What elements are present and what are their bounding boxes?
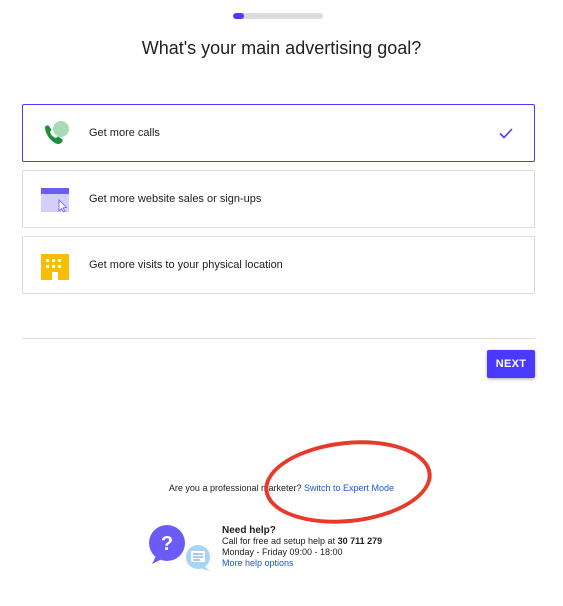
phone-call-icon [45, 121, 69, 144]
help-call-text: Call for free ad setup help at [222, 536, 336, 546]
more-help-options-link[interactable]: More help options [222, 558, 294, 568]
help-hours: Monday - Friday 09:00 - 18:00 [222, 547, 343, 557]
help-heading: Need help? [222, 525, 276, 536]
svg-text:?: ? [161, 533, 173, 555]
help-call-line: Call for free ad setup help at 30 711 27… [222, 536, 382, 547]
option-get-more-visits[interactable]: Get more visits to your physical locatio… [22, 236, 535, 294]
red-annotation-circle [260, 432, 436, 532]
page-title: What's your main advertising goal? [141, 38, 422, 58]
divider [22, 338, 535, 339]
building-icon [41, 254, 69, 280]
checkmark-icon [499, 128, 513, 139]
option-get-more-website-sales[interactable]: Get more website sales or sign-ups [22, 170, 535, 228]
help-panel: Need help? Call for free ad setup help a… [222, 525, 382, 569]
option-label: Get more visits to your physical locatio… [89, 259, 283, 271]
option-label: Get more website sales or sign-ups [89, 193, 262, 205]
next-button[interactable]: NEXT [487, 350, 535, 378]
help-chat-icon: ? [149, 525, 210, 571]
option-label: Get more calls [89, 127, 160, 139]
progress-bar [233, 13, 323, 19]
option-get-more-calls[interactable]: Get more calls [22, 104, 535, 162]
help-phone-number: 30 711 279 [337, 536, 383, 546]
website-cursor-icon [41, 188, 69, 213]
progress-fill [233, 13, 244, 19]
